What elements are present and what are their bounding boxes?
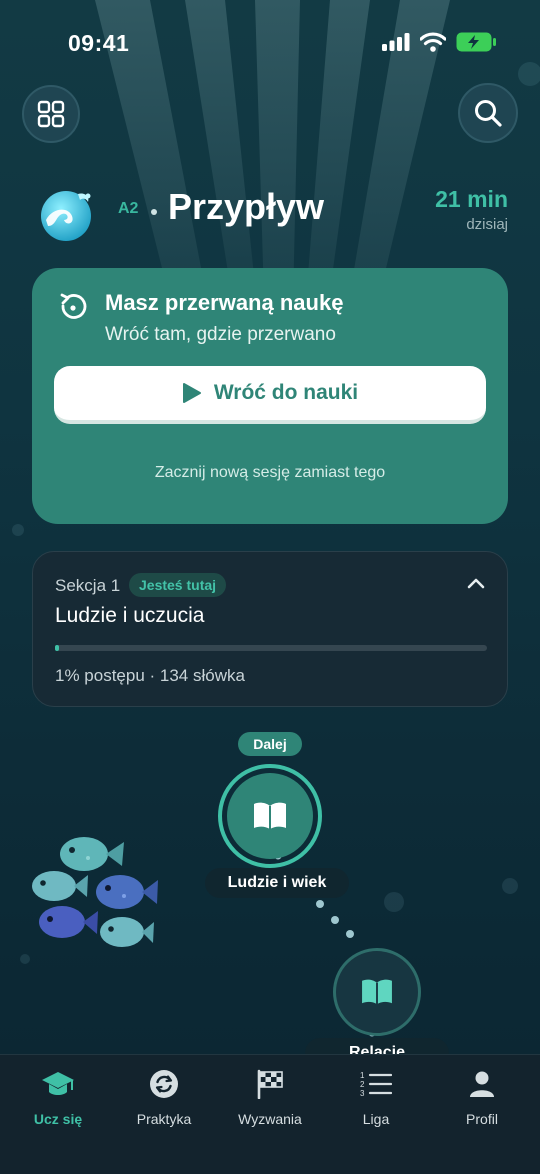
nav-label: Wyzwania	[238, 1111, 302, 1127]
status-icons	[382, 32, 496, 52]
section-stats: 1% postępu · 134 słówka	[55, 666, 245, 685]
status-time: 09:41	[68, 30, 130, 56]
nav-label: Praktyka	[136, 1111, 192, 1127]
section-progress-fill	[55, 645, 60, 651]
restart-icon	[60, 293, 87, 319]
section-progress-bar	[55, 645, 487, 651]
grid-icon	[37, 100, 65, 128]
svg-text:2: 2	[360, 1080, 365, 1089]
status-bar: 09:41	[0, 0, 540, 88]
book-icon	[362, 979, 392, 1005]
bubble-decoration	[12, 524, 24, 536]
chevron-up-icon[interactable]	[467, 576, 485, 590]
svg-text:3: 3	[360, 1089, 365, 1098]
bottom-nav: Ucz się Praktyka Wyzwania 1 2 3 Liga Pro…	[0, 1054, 540, 1174]
start-new-session-link[interactable]: Zacznij nową sesję zamiast tego	[32, 464, 508, 482]
resume-title: Masz przerwaną naukę	[105, 290, 344, 315]
book-icon	[254, 802, 286, 829]
fish-school-icon	[32, 837, 158, 947]
nav-item-profile[interactable]: Profil	[428, 1069, 536, 1127]
refresh-icon	[150, 1070, 178, 1098]
search-button[interactable]	[458, 83, 518, 143]
minutes-today: 21 min	[435, 186, 508, 212]
lesson-node-inner	[227, 773, 313, 859]
resume-button-label: Wróć do nauki	[213, 381, 359, 404]
minutes-caption: dzisiaj	[466, 216, 508, 233]
battery-charging-icon	[456, 32, 496, 52]
menu-grid-button[interactable]	[22, 85, 80, 143]
search-icon	[475, 100, 502, 127]
svg-text:1: 1	[360, 1071, 365, 1080]
nav-label: Ucz się	[33, 1111, 83, 1127]
next-badge: Dalej	[238, 732, 302, 756]
nav-label: Profil	[466, 1111, 498, 1127]
nav-item-challenges[interactable]: Wyzwania	[216, 1069, 324, 1127]
resume-card: Masz przerwaną naukę Wróć tam, gdzie prz…	[32, 268, 508, 524]
level-tag: A2	[118, 200, 139, 217]
current-section-badge: Jesteś tutaj	[129, 573, 227, 597]
nav-item-learn[interactable]: Ucz się	[4, 1069, 112, 1127]
person-icon	[470, 1071, 494, 1097]
signal-icon	[382, 33, 410, 51]
resume-learning-button[interactable]: Wróć do nauki	[54, 366, 486, 424]
lesson-node-current[interactable]	[218, 764, 322, 868]
nav-label: Liga	[362, 1111, 390, 1127]
nav-item-practice[interactable]: Praktyka	[110, 1069, 218, 1127]
wave-logo-icon	[41, 191, 91, 241]
wifi-icon	[420, 32, 446, 52]
resume-subtitle: Wróć tam, gdzie przerwano	[105, 324, 336, 345]
lesson-node-label: Ludzie i wiek	[205, 868, 349, 898]
play-icon	[182, 383, 201, 403]
lesson-node-locked[interactable]	[333, 948, 421, 1036]
nav-item-league[interactable]: 1 2 3 Liga	[322, 1069, 430, 1127]
graduation-cap-icon	[42, 1072, 74, 1095]
section-card[interactable]: Sekcja 1 Jesteś tutaj Ludzie i uczucia 1…	[32, 551, 508, 707]
section-title: Ludzie i uczucia	[55, 604, 205, 627]
numbered-list-icon: 1 2 3	[360, 1071, 392, 1098]
section-number: Sekcja 1	[55, 576, 121, 595]
title-separator-dot	[151, 209, 157, 215]
checkered-flag-icon	[257, 1069, 283, 1099]
course-title: Przypływ	[168, 186, 325, 227]
